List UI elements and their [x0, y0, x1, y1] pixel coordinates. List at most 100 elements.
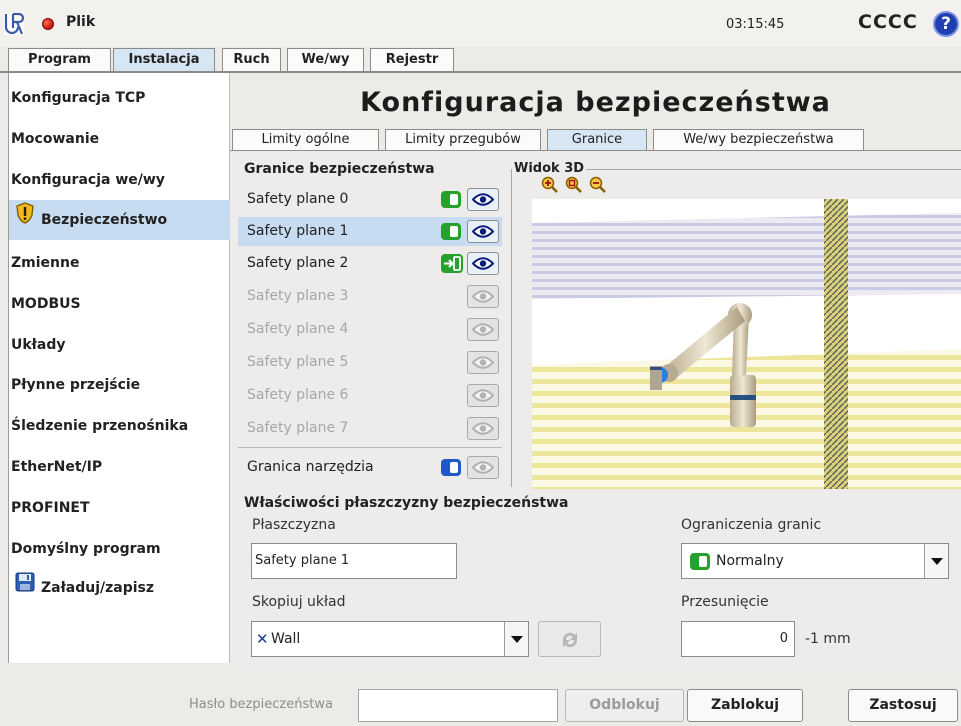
tab-rejestr[interactable]: Rejestr: [370, 48, 454, 72]
eye-icon: [472, 356, 494, 369]
sidebar-item-label: Bezpieczeństwo: [41, 212, 168, 228]
visibility-toggle-button[interactable]: [467, 417, 499, 440]
sidebar-item-label: Zmienne: [11, 255, 80, 271]
warning-shield-icon: [15, 200, 35, 240]
sidebar-item-label: MODBUS: [11, 296, 81, 312]
copy-feature-value: Wall: [271, 631, 301, 647]
plane-field-label: Płaszczyzna: [252, 517, 336, 533]
status-indicator-icon[interactable]: [42, 18, 54, 30]
eye-icon: [472, 422, 494, 435]
top-bar: Plik 03:15:45 CCCC ?: [0, 0, 961, 46]
offset-unit: -1 mm: [805, 631, 851, 647]
sidebar-item-mounting[interactable]: Mocowanie: [9, 119, 230, 159]
eye-icon: [472, 461, 494, 474]
tab-joint-limits[interactable]: Limity przegubów: [385, 129, 541, 151]
visibility-toggle-button[interactable]: [467, 351, 499, 374]
chevron-down-icon[interactable]: [504, 622, 528, 656]
sidebar: Konfiguracja TCP Mocowanie Konfiguracja …: [8, 73, 230, 663]
boundaries-title: Granice bezpieczeństwa: [244, 161, 435, 177]
sidebar-item-label: Konfiguracja TCP: [11, 90, 146, 106]
tab-ruch[interactable]: Ruch: [222, 48, 281, 72]
visibility-toggle-button[interactable]: [467, 188, 499, 211]
sidebar-item-default-program[interactable]: Domyślny program: [9, 529, 230, 569]
restriction-select[interactable]: Normalny: [681, 543, 949, 579]
file-menu[interactable]: Plik: [66, 14, 95, 30]
sidebar-item-conveyor-tracking[interactable]: Śledzenie przenośnika: [9, 406, 230, 446]
plane-label: Safety plane 0: [247, 191, 349, 207]
visibility-toggle-button[interactable]: [467, 456, 499, 479]
ur-logo-icon: [4, 13, 24, 35]
sidebar-item-tcp-config[interactable]: Konfiguracja TCP: [9, 78, 230, 118]
offset-input[interactable]: 0: [681, 621, 795, 657]
eye-icon: [472, 193, 494, 206]
visibility-toggle-button[interactable]: [467, 384, 499, 407]
sync-button[interactable]: [538, 621, 601, 657]
visibility-toggle-button[interactable]: [467, 252, 499, 275]
unlock-button[interactable]: Odblokuj: [565, 689, 684, 722]
properties-title: Właściwości płaszczyzny bezpieczeństwa: [244, 495, 569, 511]
visibility-toggle-button[interactable]: [467, 318, 499, 341]
eye-icon: [472, 389, 494, 402]
copy-feature-label: Skopiuj układ: [252, 594, 346, 610]
tab-safety-io[interactable]: We/wy bezpieczeństwa: [653, 129, 864, 151]
floppy-disk-icon: [15, 568, 35, 608]
sidebar-item-label: Mocowanie: [11, 131, 100, 147]
plane-enable-toggle-icon[interactable]: [441, 191, 461, 208]
sidebar-item-ethernet-ip[interactable]: EtherNet/IP: [9, 447, 230, 487]
tab-we-wy[interactable]: We/wy: [287, 48, 364, 72]
plane-row-1[interactable]: Safety plane 1: [238, 217, 502, 246]
restriction-label: Ograniczenia granic: [681, 517, 822, 533]
tab-general-limits[interactable]: Limity ogólne: [232, 129, 379, 151]
sidebar-item-label: PROFINET: [11, 500, 90, 516]
tool-boundary-toggle-icon[interactable]: [441, 459, 461, 476]
offset-label: Przesunięcie: [681, 594, 769, 610]
plane-row-0[interactable]: Safety plane 0: [238, 185, 502, 214]
sidebar-item-smooth-transition[interactable]: Płynne przejście: [9, 365, 230, 405]
tab-boundaries[interactable]: Granice: [547, 129, 647, 151]
sidebar-item-io-config[interactable]: Konfiguracja we/wy: [9, 160, 230, 200]
plane-row-2[interactable]: Safety plane 2: [238, 249, 502, 278]
sidebar-item-label: Układy: [11, 337, 66, 353]
sidebar-item-profinet[interactable]: PROFINET: [9, 488, 230, 528]
sidebar-item-label: Śledzenie przenośnika: [11, 418, 189, 434]
trigger-plane-icon[interactable]: [441, 254, 463, 284]
help-icon[interactable]: ?: [933, 11, 959, 37]
sidebar-item-safety[interactable]: Bezpieczeństwo: [9, 200, 230, 240]
tool-boundary-row[interactable]: Granica narzędzia: [238, 453, 502, 482]
plane-row-7[interactable]: Safety plane 7: [238, 414, 502, 443]
zoom-fit-icon[interactable]: [565, 176, 583, 194]
sidebar-item-modbus[interactable]: MODBUS: [9, 284, 230, 324]
tool-boundary-label: Granica narzędzia: [247, 459, 374, 475]
boundaries-panel: Granice bezpieczeństwa Safety plane 0 Sa…: [230, 151, 961, 671]
visibility-toggle-button[interactable]: [467, 220, 499, 243]
plane-enable-toggle-icon[interactable]: [441, 223, 461, 240]
chevron-down-icon[interactable]: [924, 544, 948, 578]
plane-row-6[interactable]: Safety plane 6: [238, 381, 502, 410]
plane-row-4[interactable]: Safety plane 4: [238, 315, 502, 344]
sidebar-item-variables[interactable]: Zmienne: [9, 243, 230, 283]
sidebar-item-label: Domyślny program: [11, 541, 161, 557]
copy-feature-select[interactable]: ✕ Wall: [251, 621, 529, 657]
plane-name-field[interactable]: Safety plane 1: [251, 543, 457, 579]
clock: 03:15:45: [726, 17, 785, 32]
sidebar-item-label: Płynne przejście: [11, 377, 141, 393]
tab-instalacja[interactable]: Instalacja: [113, 48, 215, 72]
visibility-toggle-button[interactable]: [467, 285, 499, 308]
eye-icon: [472, 323, 494, 336]
zoom-out-icon[interactable]: [589, 176, 607, 194]
sidebar-item-label: Załaduj/zapisz: [41, 580, 155, 596]
tab-program[interactable]: Program: [8, 48, 111, 72]
zoom-in-icon[interactable]: [541, 176, 559, 194]
plane-row-5[interactable]: Safety plane 5: [238, 348, 502, 377]
plane-row-3[interactable]: Safety plane 3: [238, 282, 502, 311]
lock-button[interactable]: Zablokuj: [687, 689, 803, 722]
divider: [238, 447, 502, 448]
sidebar-item-load-save[interactable]: Załaduj/zapisz: [9, 568, 230, 608]
sidebar-item-features[interactable]: Układy: [9, 325, 230, 365]
apply-button[interactable]: Zastosuj: [848, 689, 958, 722]
safety-password-input[interactable]: [358, 689, 558, 722]
sidebar-item-label: EtherNet/IP: [11, 459, 103, 475]
3d-viewport[interactable]: [532, 199, 961, 489]
normal-mode-icon: [690, 553, 710, 570]
eye-icon: [472, 257, 494, 270]
